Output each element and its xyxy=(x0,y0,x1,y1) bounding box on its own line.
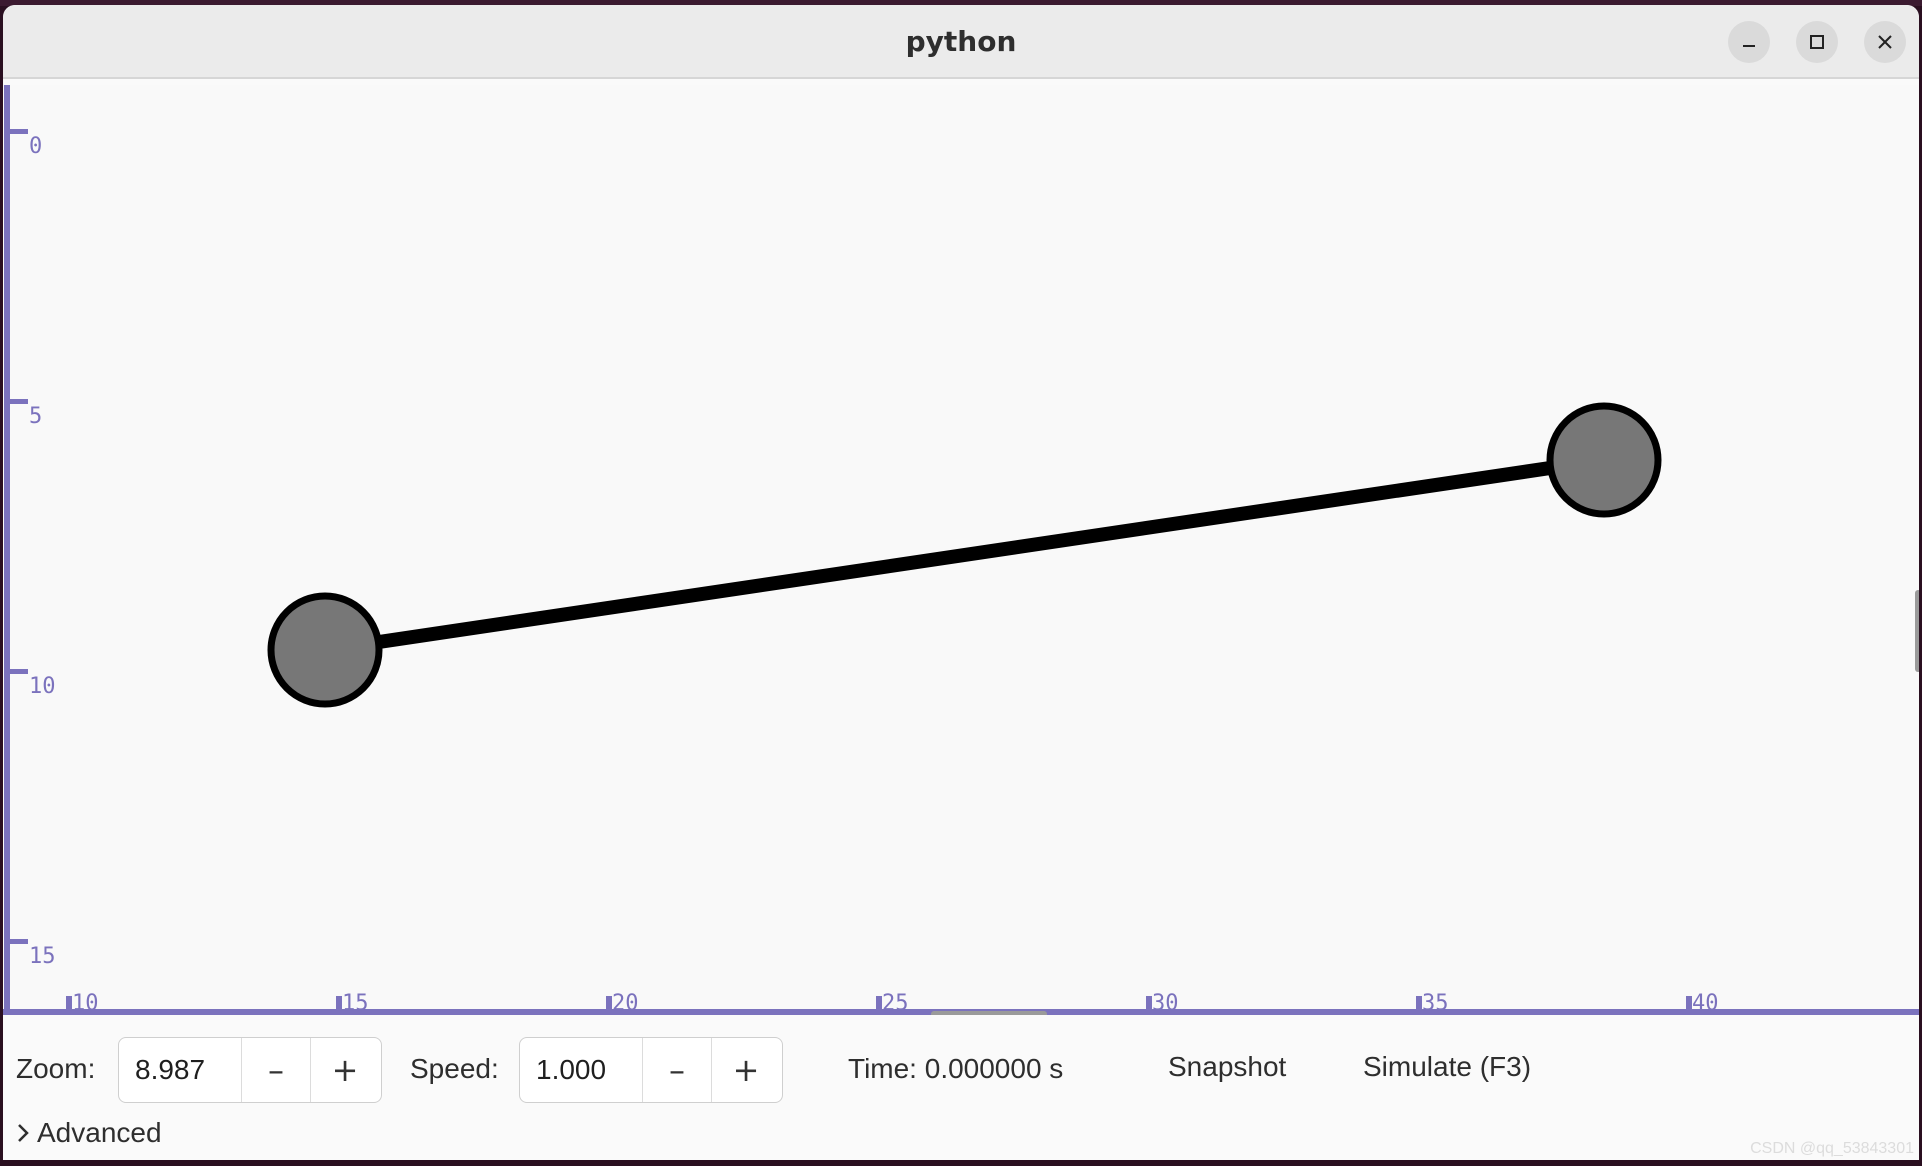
speed-decrease-button[interactable]: – xyxy=(642,1038,711,1102)
speed-spinbox[interactable]: – + xyxy=(519,1037,783,1103)
node-mass-right[interactable] xyxy=(1546,402,1662,518)
maximize-button[interactable] xyxy=(1796,21,1838,63)
y-tick-label: 10 xyxy=(29,674,56,699)
snapshot-button[interactable]: Snapshot xyxy=(1168,1051,1286,1083)
x-tick-label: 15 xyxy=(342,991,369,1015)
window-title: python xyxy=(905,25,1017,58)
speed-input[interactable] xyxy=(520,1038,642,1102)
time-readout: Time: 0.000000 s xyxy=(848,1053,1064,1084)
y-tick-mark xyxy=(10,399,28,404)
maximize-icon xyxy=(1810,35,1824,49)
close-icon xyxy=(1878,35,1892,49)
zoom-label: Zoom: xyxy=(16,1053,96,1084)
title-bar[interactable]: python xyxy=(3,5,1919,79)
minimize-icon xyxy=(1743,45,1755,47)
zoom-spinbox[interactable]: – + xyxy=(118,1037,382,1103)
y-tick-mark xyxy=(10,669,28,674)
x-tick-label: 25 xyxy=(882,991,909,1015)
x-tick-label: 20 xyxy=(612,991,639,1015)
x-tick-label: 30 xyxy=(1152,991,1179,1015)
y-tick-label: 5 xyxy=(29,404,42,429)
y-tick-mark xyxy=(10,129,28,134)
simulate-button[interactable]: Simulate (F3) xyxy=(1363,1051,1531,1083)
speed-increase-button[interactable]: + xyxy=(711,1038,780,1102)
watermark-text: CSDN @qq_53843301 xyxy=(1750,1140,1914,1157)
x-tick-label: 35 xyxy=(1422,991,1449,1015)
y-tick-label: 15 xyxy=(29,944,56,969)
close-button[interactable] xyxy=(1864,21,1906,63)
node-mass-left[interactable] xyxy=(267,592,383,708)
advanced-label: Advanced xyxy=(37,1117,162,1148)
speed-label: Speed: xyxy=(410,1053,499,1084)
vertical-scroll-handle[interactable] xyxy=(1915,590,1919,672)
link-bar[interactable] xyxy=(318,453,1611,657)
minimize-button[interactable] xyxy=(1728,21,1770,63)
y-tick-label: 0 xyxy=(29,134,42,159)
app-window: python 0 5 10 15 10 15 20 25 30 35 40 Zo… xyxy=(3,5,1919,1160)
scene-svg: 0 5 10 15 10 15 20 25 30 35 40 xyxy=(3,85,1919,1015)
y-tick-mark xyxy=(10,939,28,944)
x-tick-label: 40 xyxy=(1692,991,1719,1015)
zoom-input[interactable] xyxy=(119,1038,241,1102)
zoom-decrease-button[interactable]: – xyxy=(241,1038,310,1102)
zoom-increase-button[interactable]: + xyxy=(310,1038,379,1102)
advanced-expander[interactable]: Advanced xyxy=(15,1117,162,1149)
chevron-right-icon xyxy=(18,1124,29,1142)
x-tick-label: 10 xyxy=(72,991,99,1015)
simulation-canvas[interactable]: 0 5 10 15 10 15 20 25 30 35 40 xyxy=(3,85,1919,1015)
control-bar: Zoom: – + Speed: – + Time: 0.000000 s Sn… xyxy=(3,1015,1919,1160)
